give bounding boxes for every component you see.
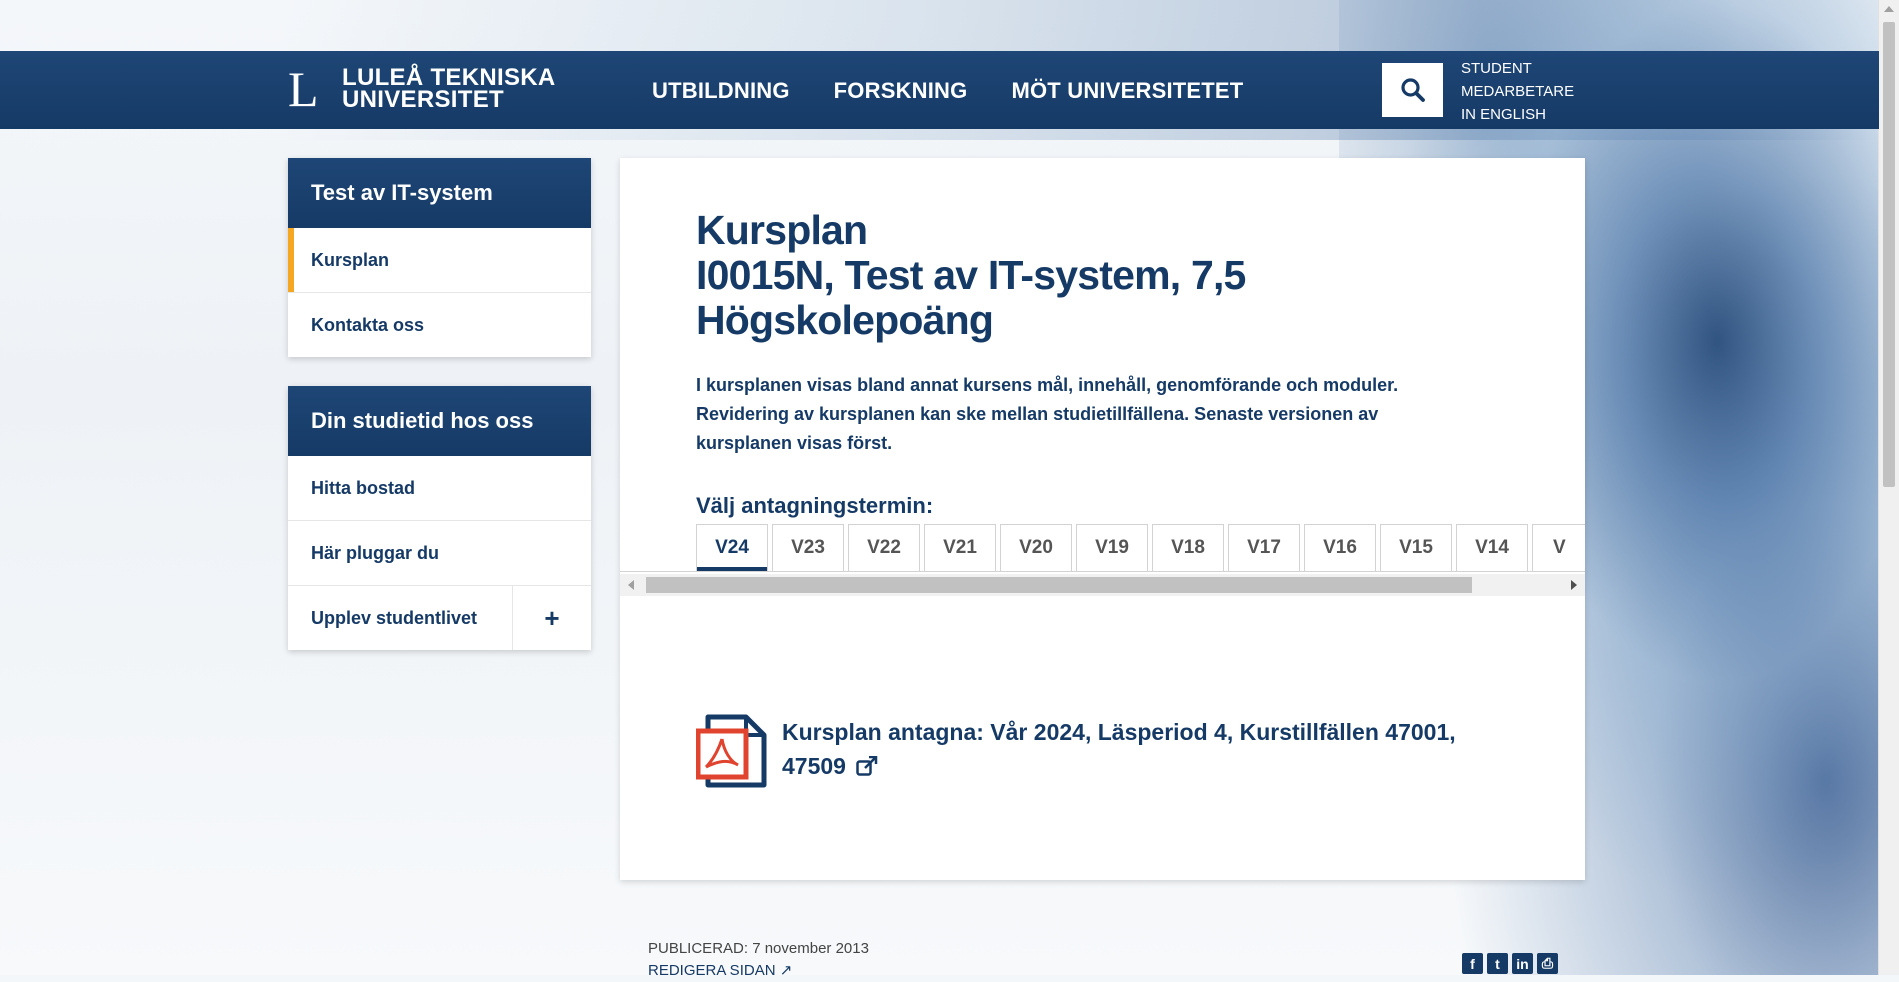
page-scrollbar[interactable] — [1878, 0, 1899, 975]
sidebar-item-label: Kontakta oss — [311, 314, 425, 335]
tab-v18[interactable]: V18 — [1152, 524, 1224, 571]
nav-forskning[interactable]: FORSKNING — [834, 78, 968, 104]
tabs-scrollbar[interactable] — [620, 574, 1585, 596]
nav-utbildning[interactable]: UTBILDNING — [652, 78, 790, 104]
edit-page-label: REDIGERA SIDAN — [648, 962, 776, 979]
title-line-3: Högskolepoäng — [696, 297, 994, 343]
main-nav: UTBILDNING FORSKNING MÖT UNIVERSITETET — [652, 78, 1243, 104]
logo-mark: L — [288, 61, 319, 117]
sidebar-item-label: Upplev studentlivet — [311, 607, 478, 628]
page-title: Kursplan I0015N, Test av IT-system, 7,5 … — [696, 208, 1246, 343]
link-medarbetare[interactable]: MEDARBETARE — [1461, 80, 1574, 103]
sidebar-item-hitta-bostad[interactable]: Hitta bostad — [288, 456, 591, 521]
external-link-icon — [856, 755, 878, 776]
term-selector-label: Välj antagningstermin: — [696, 493, 934, 518]
document-label-line-1: Kursplan antagna: Vår 2024, Läsperiod 4,… — [782, 719, 1456, 745]
scrollbar-thumb[interactable] — [1883, 22, 1895, 487]
logo-text: LULEÅ TEKNISKA UNIVERSITET — [342, 66, 582, 113]
title-line-1: Kursplan — [696, 207, 868, 253]
link-student[interactable]: STUDENT — [1461, 57, 1574, 80]
tab-v23[interactable]: V23 — [772, 524, 844, 571]
print-icon[interactable]: ⎙ — [1537, 953, 1558, 974]
tab-v21[interactable]: V21 — [924, 524, 996, 571]
facebook-icon[interactable]: f — [1462, 953, 1483, 974]
sidebar-item-har-pluggar-du[interactable]: Här pluggar du — [288, 521, 591, 586]
page-footer: PUBLICERAD: 7 november 2013 REDIGERA SID… — [648, 938, 869, 982]
link-in-english[interactable]: IN ENGLISH — [1461, 103, 1574, 126]
tab-v20[interactable]: V20 — [1000, 524, 1072, 571]
main-content-card: Kursplan I0015N, Test av IT-system, 7,5 … — [620, 158, 1585, 880]
share-icons: f t in ⎙ — [1462, 953, 1558, 974]
logo-line-2: UNIVERSITET — [342, 86, 504, 113]
document-label[interactable]: Kursplan antagna: Vår 2024, Läsperiod 4,… — [782, 715, 1502, 783]
nav-mot-universitetet[interactable]: MÖT UNIVERSITETET — [1011, 78, 1243, 104]
course-sidebar: Test av IT-system Kursplan Kontakta oss — [288, 158, 591, 357]
edit-page-link[interactable]: REDIGERA SIDAN ↗ — [648, 960, 869, 982]
tab-v19[interactable]: V19 — [1076, 524, 1148, 571]
syllabus-document-link[interactable]: Kursplan antagna: Vår 2024, Läsperiod 4,… — [696, 713, 1502, 789]
pdf-icon — [696, 714, 767, 788]
expand-button[interactable]: + — [512, 586, 591, 650]
sidebar-item-label: Hitta bostad — [311, 477, 416, 498]
sidebar-item-label: Här pluggar du — [311, 542, 440, 563]
tab-v13-partial[interactable]: V — [1532, 524, 1585, 571]
study-sidebar-title[interactable]: Din studietid hos oss — [288, 386, 591, 456]
tab-v24[interactable]: V24 — [696, 524, 768, 571]
scroll-up-icon[interactable] — [1884, 6, 1894, 12]
search-button[interactable] — [1382, 63, 1443, 117]
published-date: PUBLICERAD: 7 november 2013 — [648, 940, 869, 957]
tab-v15[interactable]: V15 — [1380, 524, 1452, 571]
sidebar-item-kursplan[interactable]: Kursplan — [288, 228, 591, 293]
sidebar-item-label: Kursplan — [311, 249, 390, 270]
sidebar-item-upplev-studentlivet[interactable]: Upplev studentlivet + — [288, 586, 591, 650]
sidebar-item-kontakta-oss[interactable]: Kontakta oss — [288, 293, 591, 357]
scroll-right-icon[interactable] — [1571, 580, 1577, 590]
tab-v16[interactable]: V16 — [1304, 524, 1376, 571]
study-sidebar: Din studietid hos oss Hitta bostad Här p… — [288, 386, 591, 650]
term-tabs: V24 V23 V22 V21 V20 V19 V18 V17 V16 V15 … — [696, 524, 1585, 571]
scroll-left-icon[interactable] — [628, 580, 634, 590]
tabs-divider — [620, 571, 1585, 572]
search-icon — [1400, 78, 1425, 102]
linkedin-icon[interactable]: in — [1512, 953, 1533, 974]
twitter-icon[interactable]: t — [1487, 953, 1508, 974]
utility-links: STUDENT MEDARBETARE IN ENGLISH — [1461, 57, 1574, 126]
tab-v14[interactable]: V14 — [1456, 524, 1528, 571]
course-sidebar-title[interactable]: Test av IT-system — [288, 158, 591, 228]
intro-text: I kursplanen visas bland annat kursens m… — [696, 375, 1399, 453]
tabs-scrollbar-thumb[interactable] — [646, 577, 1472, 593]
title-line-2: I0015N, Test av IT-system, 7,5 — [696, 252, 1246, 298]
external-link-icon: ↗ — [779, 962, 793, 979]
tab-v17[interactable]: V17 — [1228, 524, 1300, 571]
tab-v22[interactable]: V22 — [848, 524, 920, 571]
document-label-line-2: 47509 — [782, 753, 846, 779]
university-logo[interactable]: L LULEÅ TEKNISKA UNIVERSITET — [288, 61, 582, 117]
